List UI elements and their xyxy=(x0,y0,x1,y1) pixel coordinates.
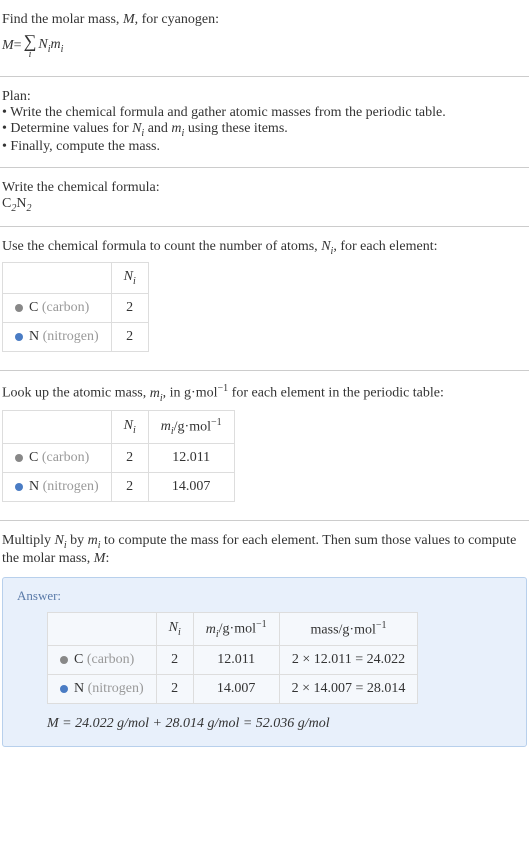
carbon-dot-icon xyxy=(15,304,23,312)
multiply-section: Multiply Ni by mi to compute the mass fo… xyxy=(0,529,529,571)
divider xyxy=(0,370,529,371)
header-ni: Ni xyxy=(156,612,193,645)
ni-cell: 2 xyxy=(111,294,148,323)
answer-table: Ni mi/g·mol−1 mass/g·mol−1 C (carbon) 2 … xyxy=(47,612,418,704)
plan-bullet-2: • Determine values for Ni and mi using t… xyxy=(2,121,527,139)
mi-cell: 12.011 xyxy=(193,646,279,675)
count-table: Ni C (carbon) 2 N (nitrogen) 2 xyxy=(2,262,149,352)
ni-cell: 2 xyxy=(111,323,148,352)
chemical-formula: C2N2 xyxy=(2,196,527,214)
answer-label: Answer: xyxy=(17,588,512,604)
carbon-dot-icon xyxy=(15,454,23,462)
header-empty xyxy=(3,263,112,294)
lookup-table: Ni mi/g·mol−1 C (carbon) 2 12.011 N (nit… xyxy=(2,410,235,502)
mi-cell: 14.007 xyxy=(148,473,234,502)
intro-suffix: , for cyanogen: xyxy=(135,12,219,27)
ni-cell: 2 xyxy=(111,444,148,473)
final-equation: M = 24.022 g/mol + 28.014 g/mol = 52.036… xyxy=(47,716,512,732)
intro-section: Find the molar mass, M, for cyanogen: M … xyxy=(0,8,529,68)
table-header-row: Ni xyxy=(3,263,149,294)
header-mi: mi/g·mol−1 xyxy=(193,612,279,645)
sigma-icon: ∑ i xyxy=(24,32,37,60)
table-header-row: Ni mi/g·mol−1 xyxy=(3,410,235,443)
nitrogen-dot-icon xyxy=(15,333,23,341)
formula-heading: Write the chemical formula: xyxy=(2,180,527,196)
carbon-dot-icon xyxy=(60,656,68,664)
ni-cell: 2 xyxy=(111,473,148,502)
mass-cell: 2 × 12.011 = 24.022 xyxy=(279,646,418,675)
divider xyxy=(0,226,529,227)
mi-cell: 12.011 xyxy=(148,444,234,473)
intro-line: Find the molar mass, M, for cyanogen: xyxy=(2,12,527,28)
eq-equals: = xyxy=(14,38,22,54)
table-header-row: Ni mi/g·mol−1 mass/g·mol−1 xyxy=(48,612,418,645)
nitrogen-dot-icon xyxy=(15,483,23,491)
divider xyxy=(0,520,529,521)
answer-box: Answer: Ni mi/g·mol−1 mass/g·mol−1 C (ca… xyxy=(2,577,527,747)
table-row: N (nitrogen) 2 xyxy=(3,323,149,352)
molar-mass-equation: M = ∑ i Nimi xyxy=(2,28,527,64)
element-cell: N (nitrogen) xyxy=(48,675,157,704)
header-mass: mass/g·mol−1 xyxy=(279,612,418,645)
plan-bullet-3: • Finally, compute the mass. xyxy=(2,139,527,155)
divider xyxy=(0,167,529,168)
table-row: C (carbon) 2 xyxy=(3,294,149,323)
eq-mi: mi xyxy=(51,37,64,55)
lookup-heading: Look up the atomic mass, mi, in g·mol−1 … xyxy=(2,383,527,403)
intro-prefix: Find the molar mass, xyxy=(2,12,123,27)
element-cell: C (carbon) xyxy=(48,646,157,675)
multiply-text: Multiply Ni by mi to compute the mass fo… xyxy=(2,533,527,567)
element-cell: N (nitrogen) xyxy=(3,323,112,352)
eq-lhs: M xyxy=(2,38,14,54)
lookup-section: Look up the atomic mass, mi, in g·mol−1 … xyxy=(0,379,529,512)
mi-cell: 14.007 xyxy=(193,675,279,704)
table-row: C (carbon) 2 12.011 xyxy=(3,444,235,473)
count-heading: Use the chemical formula to count the nu… xyxy=(2,239,527,257)
formula-section: Write the chemical formula: C2N2 xyxy=(0,176,529,218)
header-empty xyxy=(48,612,157,645)
intro-var: M xyxy=(123,12,135,27)
table-row: C (carbon) 2 12.011 2 × 12.011 = 24.022 xyxy=(48,646,418,675)
header-ni: Ni xyxy=(111,410,148,443)
divider xyxy=(0,76,529,77)
plan-heading: Plan: xyxy=(2,89,527,105)
element-cell: N (nitrogen) xyxy=(3,473,112,502)
eq-ni: Ni xyxy=(38,37,50,55)
plan-bullet-1: • Write the chemical formula and gather … xyxy=(2,105,527,121)
header-empty xyxy=(3,410,112,443)
header-mi: mi/g·mol−1 xyxy=(148,410,234,443)
header-ni: Ni xyxy=(111,263,148,294)
table-row: N (nitrogen) 2 14.007 xyxy=(3,473,235,502)
table-row: N (nitrogen) 2 14.007 2 × 14.007 = 28.01… xyxy=(48,675,418,704)
nitrogen-dot-icon xyxy=(60,685,68,693)
count-section: Use the chemical formula to count the nu… xyxy=(0,235,529,363)
ni-cell: 2 xyxy=(156,675,193,704)
plan-section: Plan: • Write the chemical formula and g… xyxy=(0,85,529,159)
mass-cell: 2 × 14.007 = 28.014 xyxy=(279,675,418,704)
ni-cell: 2 xyxy=(156,646,193,675)
element-cell: C (carbon) xyxy=(3,294,112,323)
element-cell: C (carbon) xyxy=(3,444,112,473)
